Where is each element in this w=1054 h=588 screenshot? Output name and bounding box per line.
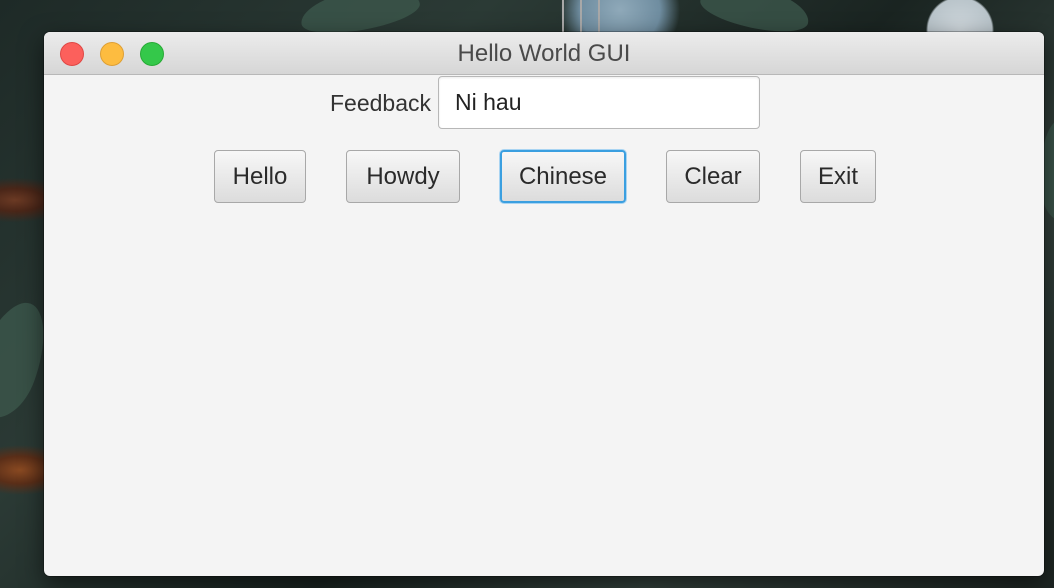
feedback-label: Feedback (330, 90, 432, 116)
desktop-wallpaper-string (562, 0, 564, 34)
desktop-wallpaper-string (598, 0, 600, 34)
desktop-wallpaper-string (580, 0, 582, 34)
chinese-button[interactable]: Chinese (500, 150, 626, 203)
feedback-text-field[interactable] (438, 76, 760, 129)
exit-button[interactable]: Exit (800, 150, 876, 203)
howdy-button[interactable]: Howdy (346, 150, 460, 203)
window-title: Hello World GUI (457, 40, 631, 67)
hello-button[interactable]: Hello (214, 150, 306, 203)
clear-button[interactable]: Clear (666, 150, 760, 203)
app-window: Hello World GUI Feedback Hello Howdy Chi… (44, 32, 1044, 576)
window-content: Feedback Hello Howdy Chinese Clear Exit (44, 75, 1044, 575)
window-titlebar[interactable]: Hello World GUI (44, 32, 1044, 75)
